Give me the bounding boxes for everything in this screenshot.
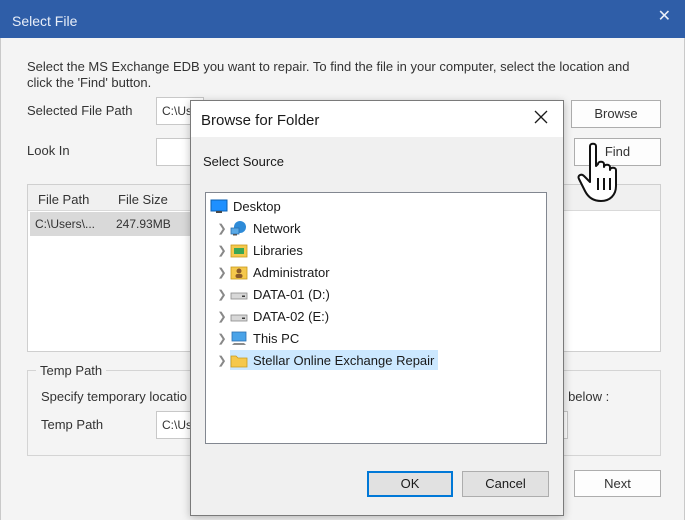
network-icon (230, 220, 248, 236)
column-file-path[interactable]: File Path (38, 192, 89, 207)
look-in-label: Look In (27, 143, 70, 158)
hand-pointer-cursor-icon (576, 142, 630, 204)
tree-item-administrator[interactable]: ❯ Administrator (214, 262, 330, 282)
folder-icon (230, 352, 248, 368)
tree-item-data-02[interactable]: ❯ DATA-02 (E:) (214, 306, 329, 326)
chevron-right-icon[interactable]: ❯ (214, 288, 230, 301)
table-row[interactable]: C:\Users\... 247.93MB (30, 212, 200, 236)
temp-path-group-label: Temp Path (36, 363, 107, 378)
computer-icon (230, 330, 248, 346)
user-folder-icon (230, 264, 248, 280)
intro-text: Select the MS Exchange EDB you want to r… (27, 59, 630, 90)
temp-path-label: Temp Path (41, 417, 104, 432)
tree-item-label: Desktop (233, 198, 281, 214)
tree-item-data-01[interactable]: ❯ DATA-01 (D:) (214, 284, 330, 304)
next-button[interactable]: Next (574, 470, 661, 497)
tree-item-label: Libraries (253, 242, 303, 258)
file-size-cell: 247.93MB (116, 217, 171, 231)
chevron-right-icon[interactable]: ❯ (214, 244, 230, 257)
tree-item-label: This PC (253, 330, 300, 346)
temp-specify-text: Specify temporary locatio (41, 389, 187, 404)
tree-item-network[interactable]: ❯ Network (214, 218, 301, 238)
tree-item-libraries[interactable]: ❯ Libraries (214, 240, 303, 260)
tree-item-stellar-online-exchange-repair[interactable]: ❯ Stellar Online Exchange Repair (214, 350, 439, 370)
chevron-right-icon[interactable]: ❯ (214, 266, 230, 279)
drive-icon (230, 308, 248, 324)
ok-button[interactable]: OK (367, 471, 453, 497)
chevron-right-icon[interactable]: ❯ (214, 310, 230, 323)
libraries-icon (230, 242, 248, 258)
folder-tree: Desktop ❯ Network ❯ Libraries ❯ Administ… (205, 192, 547, 444)
tree-item-this-pc[interactable]: ❯ This PC (214, 328, 299, 348)
tree-item-label: Stellar Online Exchange Repair (253, 352, 435, 368)
tree-item-label: Administrator (253, 264, 330, 280)
dialog-subtitle: Select Source (203, 154, 284, 169)
close-icon[interactable]: ✕ (658, 6, 671, 26)
file-path-cell: C:\Users\... (35, 217, 96, 231)
drive-icon (230, 286, 248, 302)
tree-item-label: DATA-02 (E:) (253, 308, 330, 324)
column-file-size[interactable]: File Size (118, 192, 168, 207)
window-title: Select File (12, 13, 78, 29)
browse-button[interactable]: Browse (571, 100, 661, 128)
dialog-title: Browse for Folder (201, 112, 320, 129)
main-titlebar: Select File ✕ (0, 0, 685, 38)
desktop-icon (210, 198, 228, 214)
cancel-button[interactable]: Cancel (462, 471, 549, 497)
tree-item-label: Network (253, 220, 301, 236)
dialog-titlebar: Browse for Folder (191, 101, 563, 137)
dialog-close-icon[interactable] (533, 109, 549, 125)
chevron-right-icon[interactable]: ❯ (214, 222, 230, 235)
selected-file-path-label: Selected File Path (27, 103, 133, 118)
chevron-right-icon[interactable]: ❯ (214, 332, 230, 345)
tree-item-desktop[interactable]: Desktop (210, 196, 281, 216)
selected-folder-highlight[interactable]: Stellar Online Exchange Repair (230, 350, 439, 370)
browse-for-folder-dialog: Browse for Folder Select Source Desktop … (190, 100, 564, 516)
tree-item-label: DATA-01 (D:) (253, 286, 330, 302)
chevron-right-icon[interactable]: ❯ (214, 354, 230, 367)
